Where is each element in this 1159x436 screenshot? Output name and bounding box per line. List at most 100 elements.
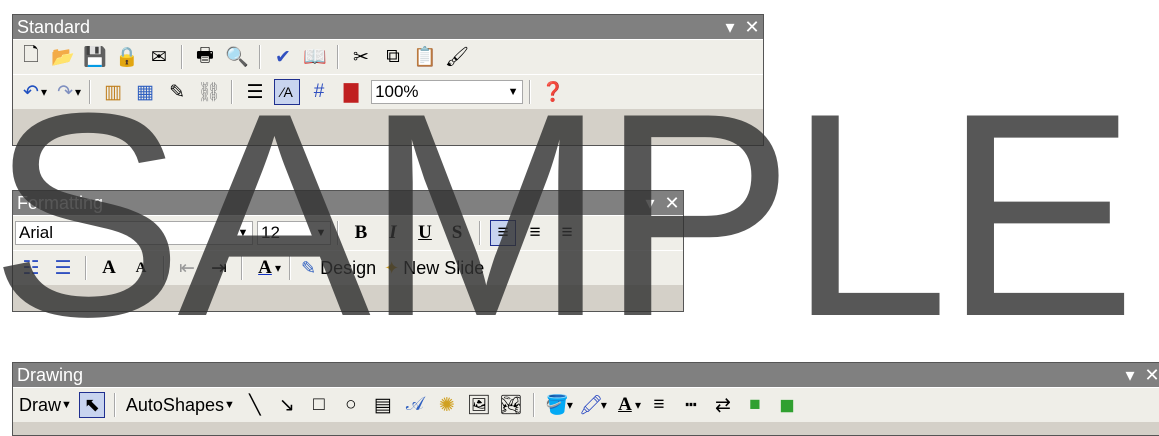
design-icon: ✎ — [301, 257, 317, 278]
autoshapes-label: AutoShapes — [125, 394, 224, 415]
help-icon[interactable]: ❓ — [540, 79, 566, 105]
zoom-value: 100% — [375, 82, 419, 101]
email-icon[interactable]: ✉ — [146, 44, 172, 70]
align-right-icon[interactable]: ≡ — [554, 220, 580, 246]
print-preview-icon[interactable]: 🔍 — [224, 44, 250, 70]
zoom-dropdown-icon[interactable]: ▼ — [504, 86, 522, 98]
table-icon[interactable]: ▦ — [132, 79, 158, 105]
font-value: Arial — [19, 223, 54, 242]
standard-row-1: 🗋 📂 💾 🔒 ✉ 🖶 🔍 ✔ 📖 ✂ ⧉ 📋 🖌 — [13, 39, 763, 74]
new-slide-button[interactable]: ✦ New Slide — [384, 258, 484, 279]
increase-indent-icon[interactable]: ⇥ — [206, 255, 232, 281]
separator — [532, 393, 535, 417]
design-label: Design — [320, 257, 377, 278]
numbering-icon[interactable]: ☷ — [18, 255, 44, 281]
drawing-font-color-dropdown-icon[interactable]: ▾ — [635, 398, 641, 412]
toolbar-options-icon[interactable]: ▾ — [639, 193, 661, 214]
formatting-titlebar[interactable]: Formatting ▾ ✕ — [13, 191, 683, 215]
paste-icon[interactable]: 📋 — [412, 44, 438, 70]
expand-icon[interactable]: ☰ — [242, 79, 268, 105]
bold-button[interactable]: B — [348, 220, 374, 246]
decrease-indent-icon[interactable]: ⇤ — [174, 255, 200, 281]
dash-style-icon[interactable]: ┅ — [678, 392, 704, 418]
print-icon[interactable]: 🖶 — [192, 44, 218, 70]
rectangle-icon[interactable]: □ — [306, 392, 332, 418]
font-combobox[interactable]: Arial ▼ — [15, 221, 253, 245]
undo-dropdown-icon[interactable]: ▾ — [41, 85, 47, 99]
standard-title: Standard — [17, 16, 91, 37]
oval-icon[interactable]: ○ — [338, 392, 364, 418]
toolbar-options-icon[interactable]: ▾ — [1119, 365, 1141, 386]
chart-icon[interactable]: ▥ — [100, 79, 126, 105]
separator — [259, 45, 261, 69]
toolbar-options-icon[interactable]: ▾ — [719, 17, 741, 38]
formatting-toolbar: Formatting ▾ ✕ Arial ▼ 12 ▼ B I U S ≡ ≡ … — [12, 190, 684, 312]
font-size-combobox[interactable]: 12 ▼ — [257, 221, 331, 245]
picture-icon[interactable]: 🏞 — [498, 392, 524, 418]
font-size-value: 12 — [261, 223, 280, 242]
separator — [89, 80, 92, 104]
line-color-dropdown-icon[interactable]: ▾ — [601, 398, 607, 412]
separator — [113, 393, 116, 417]
close-icon[interactable]: ✕ — [1141, 365, 1159, 386]
fill-color-dropdown-icon[interactable]: ▾ — [567, 398, 573, 412]
arrow-style-icon[interactable]: ⇄ — [710, 392, 736, 418]
separator — [85, 256, 87, 280]
hyperlink-icon[interactable]: ⛓ — [196, 79, 222, 105]
close-icon[interactable]: ✕ — [741, 17, 763, 38]
standard-titlebar[interactable]: Standard ▾ ✕ — [13, 15, 763, 39]
open-icon[interactable]: 📂 — [50, 44, 76, 70]
draw-menu-button[interactable]: Draw ▼ — [19, 395, 72, 416]
line-style-icon[interactable]: ≡ — [646, 392, 672, 418]
clip-art-icon[interactable]: 🖼 — [466, 392, 492, 418]
text-box-icon[interactable]: ▤ — [370, 392, 396, 418]
separator — [337, 221, 339, 245]
separator — [337, 45, 339, 69]
permission-icon[interactable]: 🔒 — [114, 44, 140, 70]
line-icon[interactable]: ╲ — [242, 392, 268, 418]
separator — [289, 256, 292, 280]
font-color-dropdown-icon[interactable]: ▾ — [275, 261, 281, 275]
diagram-icon[interactable]: ✺ — [434, 392, 460, 418]
drawing-titlebar[interactable]: Drawing ▾ ✕ — [13, 363, 1159, 387]
tables-borders-icon[interactable]: ✎ — [164, 79, 190, 105]
separator — [479, 221, 481, 245]
color-icon[interactable]: ▇ — [338, 79, 364, 105]
formatting-row-2: ☷ ☰ A A ⇤ ⇥ A ▾ ✎ Design ✦ New Slide — [13, 250, 683, 285]
format-painter-icon[interactable]: 🖌 — [444, 44, 470, 70]
italic-button[interactable]: I — [380, 220, 406, 246]
increase-font-size-icon[interactable]: A — [96, 255, 122, 281]
shadow-button[interactable]: S — [444, 220, 470, 246]
save-icon[interactable]: 💾 — [82, 44, 108, 70]
draw-label: Draw — [19, 394, 62, 415]
copy-icon[interactable]: ⧉ — [380, 44, 406, 70]
align-left-icon[interactable]: ≡ — [490, 220, 516, 246]
separator — [241, 256, 243, 280]
show-formatting-icon[interactable]: ⁄A — [274, 79, 301, 105]
underline-button[interactable]: U — [412, 220, 438, 246]
zoom-combobox[interactable]: 100% ▼ — [371, 80, 524, 104]
autoshapes-dropdown-icon: ▼ — [223, 399, 235, 411]
redo-dropdown-icon[interactable]: ▾ — [75, 85, 81, 99]
standard-row-2: ↶ ▾ ↷ ▾ ▥ ▦ ✎ ⛓ ☰ ⁄A # ▇ 100% ▼ ❓ — [13, 74, 763, 109]
research-icon[interactable]: 📖 — [302, 44, 328, 70]
autoshapes-menu-button[interactable]: AutoShapes ▼ — [126, 395, 235, 416]
arrow-icon[interactable]: ↘ — [274, 392, 300, 418]
select-objects-icon[interactable]: ⬉ — [78, 392, 105, 418]
wordart-icon[interactable]: 𝒜 — [402, 392, 428, 418]
draw-dropdown-icon: ▼ — [61, 399, 72, 411]
bullets-icon[interactable]: ☰ — [50, 255, 76, 281]
decrease-font-size-icon[interactable]: A — [128, 255, 154, 281]
design-button[interactable]: ✎ Design — [301, 258, 376, 279]
shadow-style-icon[interactable]: ■ — [742, 392, 768, 418]
grid-icon[interactable]: # — [306, 79, 332, 105]
spelling-icon[interactable]: ✔ — [270, 44, 296, 70]
size-dropdown-icon[interactable]: ▼ — [312, 227, 330, 239]
new-icon[interactable]: 🗋 — [18, 44, 44, 70]
align-center-icon[interactable]: ≡ — [522, 220, 548, 246]
font-dropdown-icon[interactable]: ▼ — [234, 227, 252, 239]
3d-style-icon[interactable]: ◼ — [774, 392, 800, 418]
new-slide-icon: ✦ — [384, 257, 400, 278]
cut-icon[interactable]: ✂ — [348, 44, 374, 70]
close-icon[interactable]: ✕ — [661, 193, 683, 214]
